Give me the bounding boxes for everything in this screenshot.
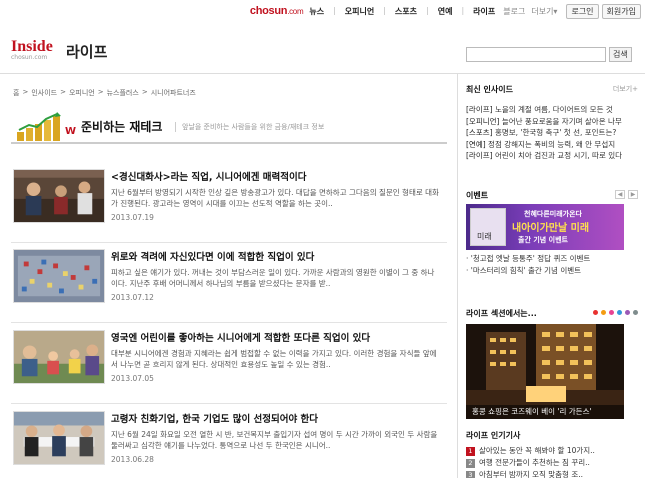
event-banner[interactable]: 미래 천혜다른미래가온다 내아이가만날 미래 출간 기념 이벤트	[466, 204, 624, 250]
nav-separator: |	[383, 5, 386, 15]
nav-separator: |	[461, 5, 465, 15]
article-summary: 대부분 시니어에겐 경험과 지혜라는 쉽게 범접할 수 없는 이력을 가지고 있…	[111, 349, 437, 369]
breadcrumb-separator: >	[141, 88, 148, 96]
main-nav: 뉴스 | 오피니언 | 스포츠 | 연예 | 라이프	[309, 6, 495, 17]
article-date: 2013.07.05	[111, 374, 154, 383]
latest-news-list: [라이프] 노을의 계절 여름, 다이어트의 모든 것 [오피니언] 늘어난 풍…	[466, 104, 638, 162]
nav-sports[interactable]: 스포츠	[395, 6, 417, 17]
article-summary: 피하고 싶은 얘기가 있다. 꺼내는 것이 부담스러운 일이 있다. 가까운 사…	[111, 268, 435, 288]
latest-inside-title: 최신 인사이드	[466, 85, 513, 94]
article-item: <경신대화사>라는 직업, 시니어에겐 매력적이다 지난 6월부터 방영되기 시…	[11, 169, 447, 243]
breadcrumb-inside[interactable]: 인사이드	[31, 88, 57, 98]
page-header: Inside chosun.com 라이프 검색	[0, 22, 645, 74]
search-button[interactable]: 검색	[609, 47, 632, 62]
column-banner: W 준비하는 재테크 앞날을 준비하는 사람들을 위한 금융/재테크 정보	[11, 108, 447, 144]
article-item: 위로와 격려에 자신있다면 이에 적합한 직업이 있다 피하고 싶은 얘기가 있…	[11, 249, 447, 323]
list-item[interactable]: [라이프] 어린이 치아 검진과 교정 시기, 따로 있다	[466, 150, 638, 162]
search-bar: 검색	[466, 47, 632, 62]
section-title: 라이프	[66, 43, 108, 61]
article-title[interactable]: 영국엔 어린이를 좋아하는 시니어에게 적합한 또다른 직업이 있다	[111, 330, 370, 344]
nav-blog[interactable]: 블로그	[503, 6, 525, 17]
breadcrumb-opinion[interactable]: 오피니언	[69, 88, 95, 98]
article-date: 2013.07.19	[111, 213, 154, 222]
breadcrumb: 홈 > 인사이드 > 오피니언 > 뉴스플러스 > 시니어파트너즈	[13, 88, 196, 98]
article-summary: 지난 6월 24일 화요일 오전 열한 시 반, 보건복지부 출입기자 섭여 명…	[111, 430, 438, 450]
article-title[interactable]: 위로와 격려에 자신있다면 이에 적합한 직업이 있다	[111, 249, 314, 263]
nav-opinion[interactable]: 오피니언	[345, 6, 374, 17]
event-title: 이벤트	[466, 191, 489, 200]
chosun-logo[interactable]: chosun.com	[250, 5, 304, 17]
breadcrumb-separator: >	[22, 88, 29, 96]
list-item[interactable]: [라이프] 노을의 계절 여름, 다이어트의 모든 것	[466, 104, 638, 116]
article-title[interactable]: 고령자 친화기업, 한국 기업도 많이 선정되어야 한다	[111, 411, 318, 425]
list-item[interactable]: 1 살아있는 동안 꼭 해봐야 할 10가지..	[466, 445, 638, 457]
event-list: · '청고접 엣날 등통주' 정답 퀴즈 이벤트 · '마스터리의 힘칙' 출간…	[466, 253, 638, 277]
list-item[interactable]: [스포츠] 홍명보, '한국형 축구' 첫 선, 포인트는?	[466, 127, 638, 139]
photo-caption: 홍콩 쇼핑은 코즈웨이 베이 '리 가든스'	[466, 405, 624, 419]
life-photo[interactable]: 홍콩 쇼핑은 코즈웨이 베이 '리 가든스'	[466, 324, 624, 419]
latest-more-link[interactable]: 더보기+	[613, 84, 638, 94]
breadcrumb-separator: >	[60, 88, 66, 96]
top-navigation-bar: chosun.com 뉴스 | 오피니언 | 스포츠 | 연예 | 라이프 블로…	[0, 0, 645, 22]
book-cover: 미래	[470, 208, 506, 246]
life-photo-title: 라이프 섹션에서는...	[466, 309, 537, 318]
login-button[interactable]: 로그인	[566, 3, 599, 19]
popular-box: 라이프 인기기사 1 살아있는 동안 꼭 해봐야 할 10가지.. 2 여행 전문가…	[466, 430, 638, 478]
carousel-dot[interactable]	[609, 310, 614, 315]
latest-inside-box: 최신 인사이드 더보기+ [라이프] 노을의 계절 여름, 다이어트의 모든 것…	[466, 84, 638, 162]
article-thumbnail[interactable]	[13, 330, 105, 384]
article-thumbnail[interactable]	[13, 411, 105, 465]
breadcrumb-separator: >	[97, 88, 104, 96]
main-content: 홈 > 인사이드 > 오피니언 > 뉴스플러스 > 시니어파트너즈 W 준비하는 재테크…	[11, 74, 447, 478]
sub-nav: 블로그 더보기▾	[503, 6, 557, 17]
carousel-dot[interactable]	[617, 310, 622, 315]
nav-entertainment[interactable]: 연예	[438, 6, 453, 17]
nav-life[interactable]: 라이프	[473, 6, 495, 17]
carousel-dots	[593, 310, 638, 315]
article-thumbnail[interactable]	[13, 249, 105, 303]
nav-separator: |	[426, 5, 429, 15]
coins-chart-icon: W	[17, 112, 76, 141]
popular-title: 라이프 인기기사	[466, 431, 521, 440]
nav-separator: |	[333, 5, 336, 15]
prev-arrow-icon[interactable]: ◀	[615, 190, 625, 199]
svg-text:W: W	[65, 126, 76, 137]
popular-list: 1 살아있는 동안 꼭 해봐야 할 10가지.. 2 여행 전문가들이 추천하는 짐…	[466, 445, 638, 478]
article-thumbnail[interactable]	[13, 169, 105, 223]
rank-badge: 1	[466, 446, 475, 456]
list-item[interactable]: 3 아침부터 밤까지 오직 맞춤형 조..	[466, 469, 638, 478]
list-item[interactable]: 2 여행 전문가들이 추천하는 짐 꾸리..	[466, 457, 638, 469]
list-item[interactable]: [연예] 정점 강해지는 폭비의 능력, 왜 안 무섭지	[466, 139, 638, 151]
breadcrumb-newsplus[interactable]: 뉴스플러스	[107, 88, 139, 98]
article-item: 영국엔 어린이를 좋아하는 시니어에게 적합한 또다른 직업이 있다 대부분 시…	[11, 330, 447, 404]
article-date: 2013.06.28	[111, 455, 154, 464]
carousel-dot[interactable]	[625, 310, 630, 315]
article-date: 2013.07.12	[111, 293, 154, 302]
event-box: 이벤트 ◀ ▶ 미래 천혜다른미래가온다 내아이가만날 미래 출간 기념 이벤트…	[466, 190, 638, 277]
rank-badge: 2	[466, 458, 475, 468]
join-button[interactable]: 회원가입	[601, 3, 641, 19]
article-summary: 지난 6월부터 방영되기 시작한 인상 깊은 방송광고가 있다. 대답을 면하하…	[111, 188, 439, 208]
nav-news[interactable]: 뉴스	[309, 6, 324, 17]
article-item: 고령자 친화기업, 한국 기업도 많이 선정되어야 한다 지난 6월 24일 화…	[11, 411, 447, 478]
breadcrumb-senior-partners[interactable]: 시니어파트너즈	[151, 88, 196, 98]
column-title: 준비하는 재테크	[81, 120, 163, 134]
carousel-dot[interactable]	[593, 310, 598, 315]
carousel-dot[interactable]	[633, 310, 638, 315]
list-item[interactable]: · '마스터리의 힘칙' 출간 기념 이벤트	[466, 265, 638, 277]
list-item[interactable]: [오피니언] 늘어난 풍요로움을 자기며 살아온 나무	[466, 116, 638, 128]
article-title[interactable]: <경신대화사>라는 직업, 시니어에겐 매력적이다	[111, 169, 307, 183]
nav-more[interactable]: 더보기▾	[531, 6, 557, 17]
carousel-dot[interactable]	[601, 310, 606, 315]
search-input[interactable]	[466, 47, 606, 62]
column-description: 앞날을 준비하는 사람들을 위한 금융/재테크 정보	[175, 122, 324, 132]
sidebar: 최신 인사이드 더보기+ [라이프] 노을의 계절 여름, 다이어트의 모든 것…	[457, 74, 645, 478]
life-photo-box: 라이프 섹션에서는... 홍콩 쇼핑은 코즈웨이 베이 '리 가든스'	[466, 308, 638, 419]
inside-logo[interactable]: Inside chosun.com	[11, 39, 53, 62]
breadcrumb-home[interactable]: 홈	[13, 88, 19, 98]
rank-badge: 3	[466, 470, 475, 478]
next-arrow-icon[interactable]: ▶	[628, 190, 638, 199]
list-item[interactable]: · '청고접 엣날 등통주' 정답 퀴즈 이벤트	[466, 253, 638, 265]
